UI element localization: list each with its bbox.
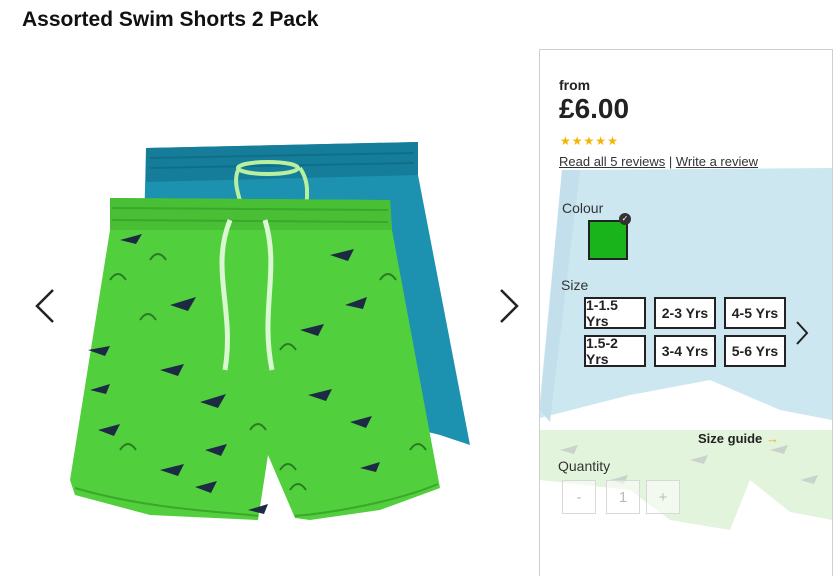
size-option-4-5-yrs[interactable]: 4-5 Yrs [724,297,786,329]
star-icon: ★ [560,134,571,148]
product-title: Assorted Swim Shorts 2 Pack [22,8,319,31]
quantity-increase-button[interactable]: + [646,480,680,514]
read-reviews-link[interactable]: Read all 5 reviews [559,154,665,169]
star-icon: ★ [583,134,595,148]
quantity-input[interactable]: 1 [606,480,640,514]
quantity-decrease-button[interactable]: - [562,480,596,514]
arrow-right-icon: → [765,431,779,446]
reviews-separator: | [668,154,673,169]
colour-swatch-green[interactable] [588,220,628,260]
size-option-3-4-yrs[interactable]: 3-4 Yrs [654,335,716,367]
chevron-right-icon [500,289,519,323]
green-shorts-image [70,198,440,520]
gallery-next-button[interactable] [497,288,521,324]
star-rating: ★ ★ ★ ★ ★ [560,135,618,147]
gallery-prev-button[interactable] [33,288,57,324]
price-from-label: from [559,77,591,93]
size-next-button[interactable] [794,320,810,346]
colour-label: Colour [562,200,604,216]
chevron-right-icon [796,321,809,345]
chevron-left-icon [35,289,54,323]
size-guide-label: Size guide [698,431,763,446]
size-option-1-5-2-yrs[interactable]: 1.5-2 Yrs [584,335,646,367]
check-icon: ✓ [619,213,631,225]
star-icon: ★ [607,134,618,148]
write-review-link[interactable]: Write a review [676,154,758,169]
product-image [70,142,470,520]
size-guide-link[interactable]: Size guide → [698,431,779,446]
quantity-label: Quantity [558,458,611,474]
star-icon: ★ [595,134,607,148]
size-option-5-6-yrs[interactable]: 5-6 Yrs [724,335,786,367]
star-icon: ★ [571,134,583,148]
product-gallery [0,50,535,575]
reviews-links: Read all 5 reviews | Write a review [559,154,758,169]
product-price: £6.00 [559,93,630,124]
purchase-panel: from £6.00 ★ ★ ★ ★ ★ Read all 5 reviews … [539,49,833,576]
size-option-2-3-yrs[interactable]: 2-3 Yrs [654,297,716,329]
size-label: Size [561,277,589,293]
size-option-1-1-5-yrs[interactable]: 1-1.5 Yrs [584,297,646,329]
